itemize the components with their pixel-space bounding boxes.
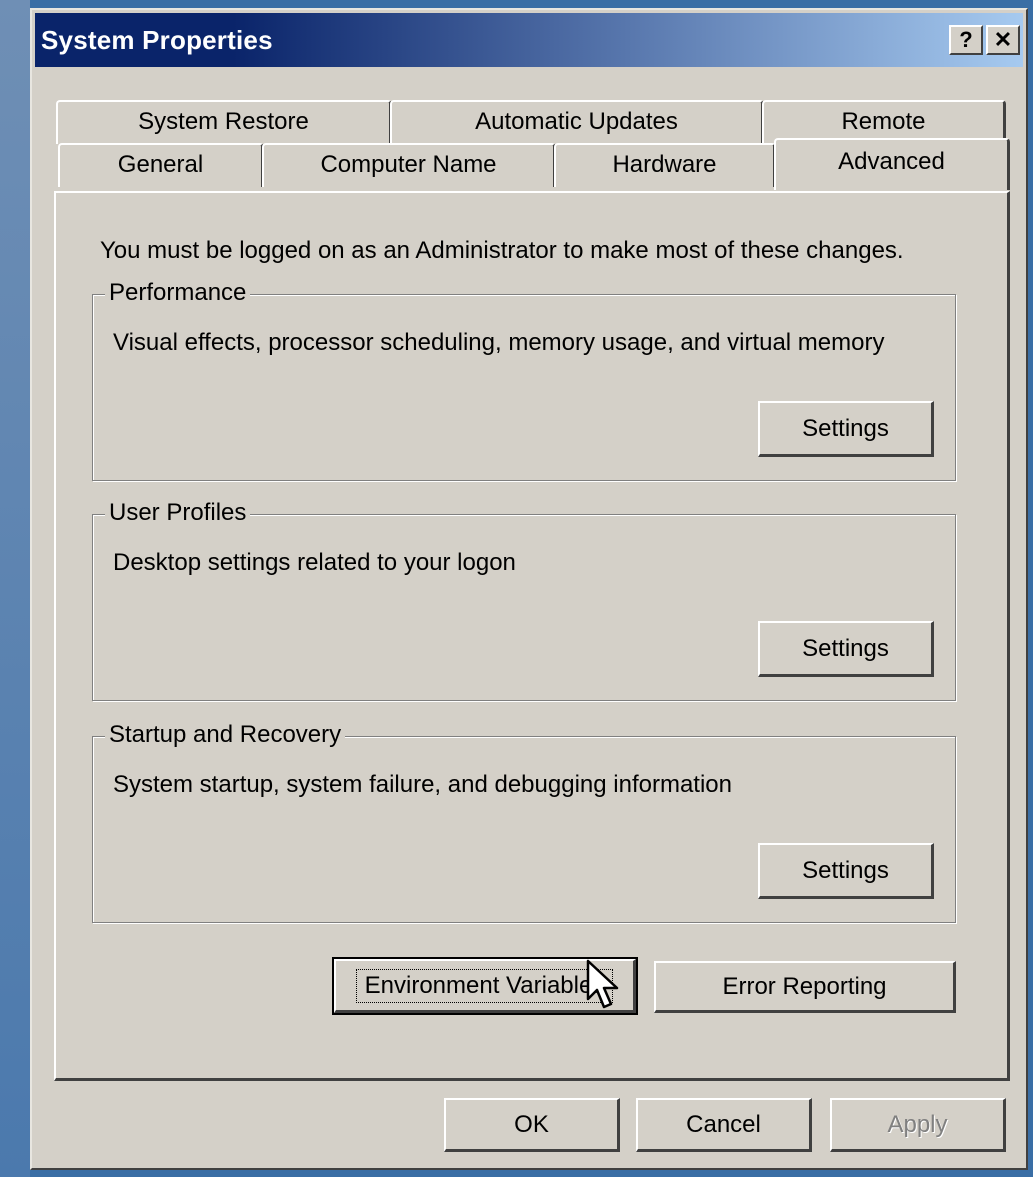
desktop-background	[0, 0, 30, 1177]
tab-system-restore[interactable]: System Restore	[56, 100, 392, 144]
performance-settings-button[interactable]: Settings	[758, 401, 934, 457]
tab-label: Automatic Updates	[475, 108, 678, 135]
button-label: Error Reporting	[722, 972, 887, 1000]
button-label: OK	[514, 1110, 549, 1138]
tab-label: System Restore	[138, 108, 309, 135]
cancel-button[interactable]: Cancel	[636, 1098, 812, 1152]
help-icon: ?	[959, 27, 973, 52]
button-label: Apply	[887, 1110, 948, 1138]
admin-note: You must be logged on as an Administrato…	[100, 237, 904, 264]
ok-button[interactable]: OK	[444, 1098, 620, 1152]
group-description: System startup, system failure, and debu…	[113, 771, 732, 798]
arrow-cursor-icon	[586, 959, 619, 1009]
tab-label: Advanced	[838, 148, 945, 175]
group-description: Visual effects, processor scheduling, me…	[113, 329, 885, 356]
button-label: Settings	[802, 414, 889, 442]
system-properties-dialog: System Properties ? ✕ System Restore Aut…	[30, 8, 1028, 1170]
apply-button: Apply	[830, 1098, 1006, 1152]
tab-label: Hardware	[612, 151, 717, 178]
user-profiles-settings-button[interactable]: Settings	[758, 621, 934, 677]
tab-general[interactable]: General	[58, 143, 264, 187]
close-button[interactable]: ✕	[986, 25, 1020, 55]
tab-automatic-updates[interactable]: Automatic Updates	[390, 100, 764, 144]
group-title: Startup and Recovery	[105, 721, 346, 749]
startup-recovery-settings-button[interactable]: Settings	[758, 843, 934, 899]
button-label: Cancel	[686, 1110, 761, 1138]
tab-advanced[interactable]: Advanced	[774, 138, 1010, 190]
help-button[interactable]: ?	[949, 25, 983, 55]
tab-label: General	[117, 151, 204, 178]
group-title: Performance	[105, 279, 251, 307]
title-bar[interactable]: System Properties ? ✕	[35, 13, 1023, 67]
user-profiles-group: User Profiles Desktop settings related t…	[92, 499, 956, 701]
group-description: Desktop settings related to your logon	[113, 549, 516, 576]
error-reporting-button[interactable]: Error Reporting	[654, 961, 956, 1013]
group-title: User Profiles	[105, 499, 251, 527]
performance-group: Performance Visual effects, processor sc…	[92, 279, 956, 481]
startup-recovery-group: Startup and Recovery System startup, sys…	[92, 721, 956, 923]
tab-computer-name[interactable]: Computer Name	[262, 143, 556, 187]
tab-hardware[interactable]: Hardware	[554, 143, 776, 187]
tab-label: Computer Name	[320, 151, 497, 178]
advanced-tab-panel: You must be logged on as an Administrato…	[54, 191, 1010, 1081]
tab-label: Remote	[841, 108, 926, 135]
button-label: Settings	[802, 856, 889, 884]
button-label: Environment Variables	[355, 968, 614, 1003]
close-icon: ✕	[993, 27, 1013, 52]
window-title: System Properties	[41, 25, 273, 55]
button-label: Settings	[802, 634, 889, 662]
